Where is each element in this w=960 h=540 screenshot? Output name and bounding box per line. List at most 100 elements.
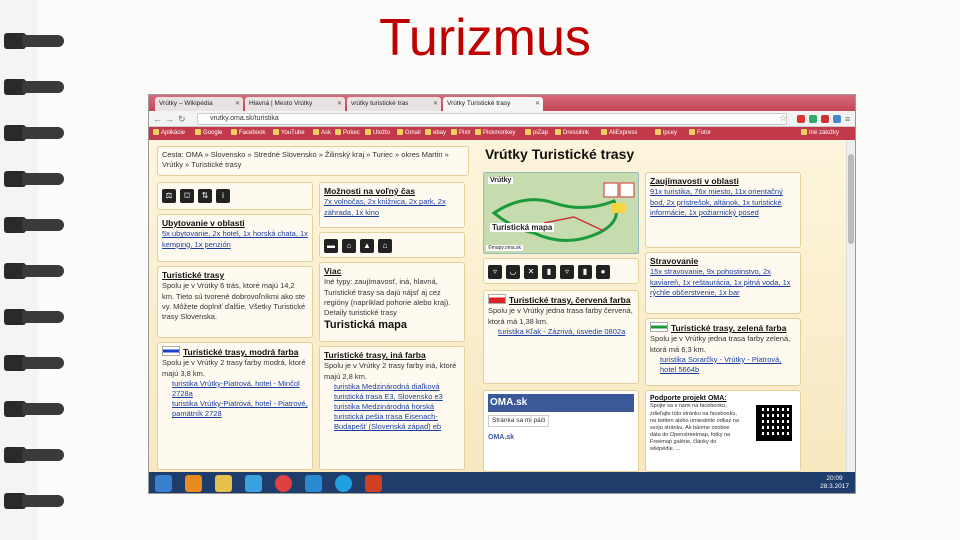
hostel-icon[interactable]: ⌂ — [378, 239, 392, 253]
close-icon[interactable]: ✕ — [235, 100, 240, 107]
bed-icon[interactable]: ▬ — [324, 239, 338, 253]
spiral-ring — [4, 306, 64, 328]
info-icon[interactable]: i — [216, 189, 230, 203]
bookmark-item[interactable]: Gmail — [397, 129, 421, 136]
close-icon[interactable]: ✕ — [433, 100, 438, 107]
map-town-label: Vrútky — [488, 177, 514, 184]
page-title: Vrútky Turistické trasy — [485, 146, 635, 162]
elevator-icon[interactable]: ⇅ — [198, 189, 212, 203]
bookmark-item[interactable]: Fotor — [689, 129, 711, 136]
cup-icon[interactable]: ◡ — [506, 265, 520, 279]
bookmark-item[interactable]: Pickmonkey — [475, 129, 515, 136]
extension-icon[interactable] — [821, 115, 829, 123]
bookmark-star-icon[interactable]: ☆ — [779, 113, 787, 124]
skype-icon[interactable] — [335, 475, 352, 492]
bookmark-item[interactable]: Ask — [313, 129, 331, 136]
bookmark-item[interactable]: Pixlr — [451, 129, 471, 136]
reload-icon[interactable]: ↻ — [178, 114, 186, 125]
breadcrumb-text[interactable]: Cesta: OMA » Slovensko » Stredné Slovens… — [162, 150, 449, 169]
stravovanie-title[interactable]: Stravovanie — [650, 256, 796, 267]
tools-icon[interactable]: ⚖ — [162, 189, 176, 203]
turisticke-title[interactable]: Turistické trasy — [162, 270, 308, 281]
stravovanie-text[interactable]: 15x stravovanie, 9x pohostinstvo, 2x kav… — [650, 267, 796, 297]
tower-icon[interactable]: ⛫ — [180, 189, 194, 203]
bar-icon[interactable]: ▿ — [560, 265, 574, 279]
facebook-page-name[interactable]: OMA.sk — [488, 394, 634, 412]
modra-item[interactable]: turistika Vrútky-Piatrová, hotel - Piatr… — [162, 399, 308, 419]
vlc-icon[interactable] — [185, 475, 202, 492]
scrollbar-thumb[interactable] — [848, 154, 854, 244]
ubytovanie-text[interactable]: 5x ubytovanie, 2x hotel, 1x horská chata… — [162, 229, 308, 249]
forward-icon[interactable]: → — [165, 114, 174, 124]
glass-icon[interactable]: ▿ — [488, 265, 502, 279]
tourist-map[interactable]: Vrútky Turistická mapa ©mapy.oma.sk — [483, 172, 639, 254]
moznosti-text[interactable]: 7x volnočas, 2x knižnica, 2x park, 2x zá… — [324, 197, 460, 217]
bookmark-item[interactable]: Uložto — [365, 129, 390, 136]
tab-label: Hlavná | Mesto Vrútky — [249, 100, 313, 107]
house-icon[interactable]: ⌂ — [342, 239, 356, 253]
cervena-title[interactable]: Turistické trasy, červená farba — [509, 295, 631, 305]
zelena-title[interactable]: Turistické trasy, zelená farba — [671, 323, 786, 333]
spiral-ring — [4, 352, 64, 374]
bookmark-item[interactable]: Pokec — [335, 129, 360, 136]
bookmark-item[interactable]: Aplikácie — [153, 129, 185, 136]
bookmark-item[interactable]: Google — [195, 129, 222, 136]
address-bar: ← → ↻ vrutky.oma.sk/turistika ☆ ≡ — [149, 111, 855, 127]
viac-title[interactable]: Viac — [324, 266, 460, 277]
green-flag-icon — [650, 322, 668, 332]
modra-title[interactable]: Turistické trasy, modrá farba — [183, 347, 298, 357]
bookmark-item[interactable]: Dressilink — [555, 129, 589, 136]
chrome-icon[interactable] — [275, 475, 292, 492]
powerpoint-icon[interactable] — [365, 475, 382, 492]
slide-title: Turizmus — [379, 9, 591, 67]
zaujimavosti-title[interactable]: Zaujímavosti v oblasti — [650, 176, 796, 187]
bookmark-item[interactable]: Facebook — [231, 129, 265, 136]
facebook-sub[interactable]: OMA.sk — [488, 433, 634, 442]
page-content: Cesta: OMA » Slovensko » Stredné Slovens… — [149, 140, 855, 472]
file-explorer-icon[interactable] — [215, 475, 232, 492]
restaurant-icon[interactable]: ✕ — [524, 265, 538, 279]
taskbar-clock[interactable]: 20:09 28.3.2017 — [820, 475, 849, 492]
ubytovanie-title[interactable]: Ubytovanie v oblasti — [162, 218, 308, 229]
bookmark-item[interactable]: AliExpress — [601, 129, 637, 136]
zaujimavosti-text[interactable]: 91x turistika, 76x miesto, 11x orientačn… — [650, 187, 796, 217]
map-link[interactable]: Turistická mapa — [324, 318, 460, 333]
facebook-widget[interactable]: OMA.sk Stránka sa mi páči OMA.sk — [483, 390, 639, 472]
url-input[interactable]: vrutky.oma.sk/turistika — [197, 113, 787, 125]
modra-item[interactable]: turistika Vrútky-Piatrová, hotel - Minčo… — [162, 379, 308, 399]
fastfood-icon[interactable]: ● — [596, 265, 610, 279]
bookmark-item[interactable]: piZap — [525, 129, 548, 136]
extension-icon[interactable] — [797, 115, 805, 123]
ie-edge-icon[interactable] — [305, 475, 322, 492]
bookmark-item[interactable]: Iné záložky — [801, 129, 839, 136]
water-icon[interactable]: ▮ — [578, 265, 592, 279]
cervena-item[interactable]: turistika Kľak - Zázrivá, úsvedie 0802a — [488, 327, 634, 337]
ina-title[interactable]: Turistické trasy, iná farba — [324, 350, 460, 361]
bookmark-item[interactable]: ipcey — [655, 129, 677, 136]
browser-tab[interactable]: Vrútky – Wikipédia ✕ — [155, 97, 243, 111]
close-icon[interactable]: ✕ — [535, 100, 540, 107]
cervena-box: Turistické trasy, červená farba Spolu je… — [483, 290, 639, 384]
browser-tab-active[interactable]: Vrútky Turistické trasy ✕ — [443, 97, 543, 111]
red-flag-icon — [488, 294, 506, 304]
facebook-like-button[interactable]: Stránka sa mi páči — [488, 414, 550, 428]
bookmark-item[interactable]: YouTube — [273, 129, 305, 136]
zelena-item[interactable]: turistika Sorarčky - Vrútky - Piatrová, … — [650, 355, 796, 375]
menu-icon[interactable]: ≡ — [845, 114, 850, 124]
back-icon[interactable]: ← — [153, 114, 162, 124]
vertical-scrollbar[interactable] — [846, 140, 855, 472]
extension-icon[interactable] — [833, 115, 841, 123]
ina-item[interactable]: turistika Medzinárodná horská turistická… — [324, 402, 460, 432]
bookmark-item[interactable]: ebay — [425, 129, 446, 136]
modra-text: Spolu je v Vrútky 2 trasy farby modrá, k… — [162, 358, 306, 378]
ina-item[interactable]: turistika Medzinárodná diaľková turistic… — [324, 382, 460, 402]
browser-tab[interactable]: Hlavná | Mesto Vrútky ✕ — [245, 97, 345, 111]
extension-icon[interactable] — [809, 115, 817, 123]
start-icon[interactable] — [155, 475, 172, 492]
browser-tab[interactable]: vrútky turistické tras ✕ — [347, 97, 441, 111]
internet-explorer-icon[interactable] — [245, 475, 262, 492]
tent-icon[interactable]: ▲ — [360, 239, 374, 253]
close-icon[interactable]: ✕ — [337, 100, 342, 107]
moznosti-title[interactable]: Možnosti na voľný čas — [324, 186, 460, 197]
drink-icon[interactable]: ▮ — [542, 265, 556, 279]
